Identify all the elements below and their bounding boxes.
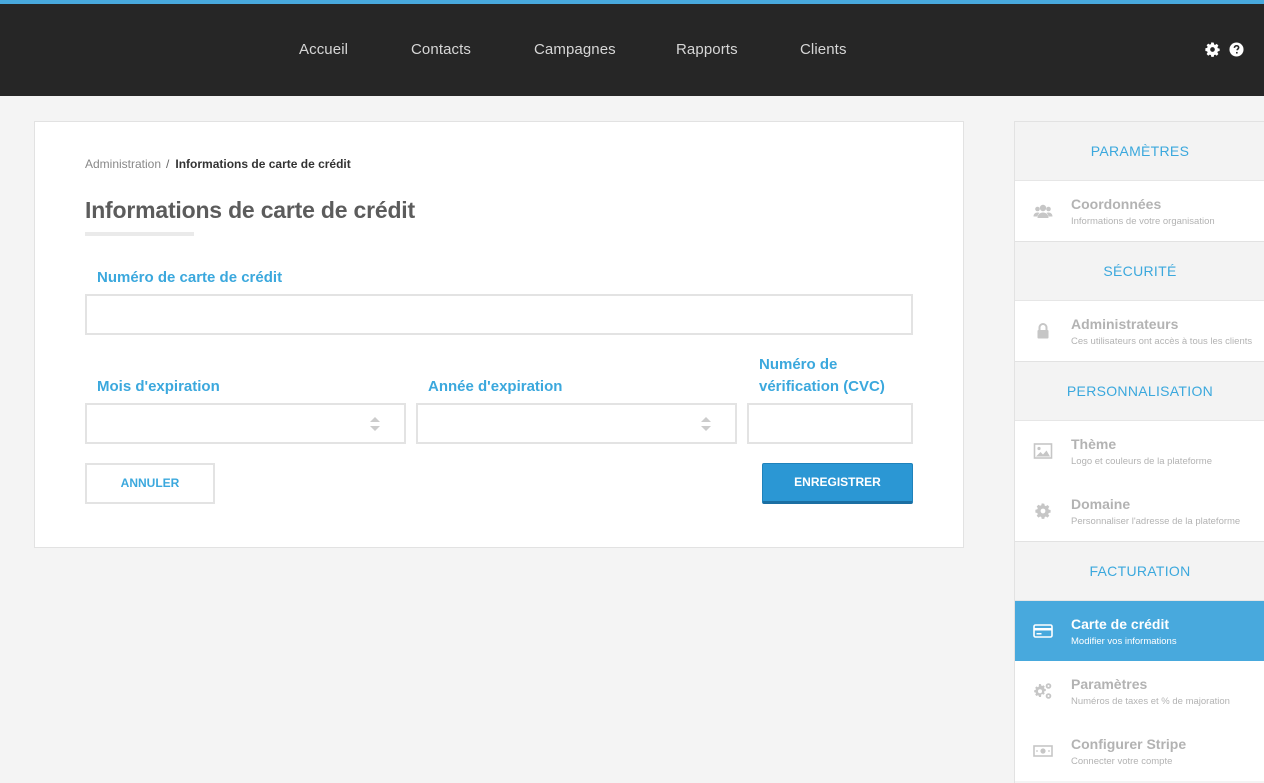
save-button[interactable]: ENREGISTRER: [762, 463, 913, 504]
page-title: Informations de carte de crédit: [85, 197, 415, 223]
nav-rapports[interactable]: Rapports: [676, 41, 738, 58]
credit-card-form-card: Administration / Informations de carte de …: [34, 121, 964, 548]
section-parametres: PARAMÈTRES: [1015, 121, 1264, 181]
section-facturation: FACTURATION: [1015, 541, 1264, 601]
settings-sidebar: PARAMÈTRES Coordonnées Informations de v…: [1014, 121, 1264, 783]
select-arrows-icon: [701, 417, 711, 431]
nav-contacts[interactable]: Contacts: [411, 41, 471, 58]
sidebar-item-configurer-stripe[interactable]: Configurer Stripe Connecter votre compte: [1015, 721, 1264, 781]
users-icon: [1033, 204, 1053, 218]
sidebar-item-coordonnees[interactable]: Coordonnées Informations de votre organi…: [1015, 181, 1264, 241]
sidebar-item-subtitle: Logo et couleurs de la plateforme: [1071, 456, 1213, 467]
cvc-label-line2: vérification (CVC): [759, 378, 885, 395]
sidebar-item-subtitle: Informations de votre organisation: [1071, 216, 1215, 227]
money-icon: [1033, 745, 1053, 757]
lock-icon: [1037, 323, 1049, 339]
exp-month-label: Mois d'expiration: [97, 378, 220, 395]
main-nav: Accueil Contacts Campagnes Rapports Clie…: [0, 4, 1264, 96]
sidebar-item-subtitle: Connecter votre compte: [1071, 756, 1173, 767]
breadcrumb: Administration / Informations de carte de …: [85, 157, 351, 171]
card-number-label: Numéro de carte de crédit: [97, 269, 283, 286]
breadcrumb-separator: /: [166, 157, 170, 171]
sidebar-item-title: Coordonnées: [1071, 196, 1162, 212]
cancel-button[interactable]: ANNULER: [85, 463, 215, 504]
sidebar-item-title: Configurer Stripe: [1071, 736, 1187, 752]
exp-month-select[interactable]: [85, 403, 406, 444]
sidebar-item-parametres[interactable]: Paramètres Numéros de taxes et % de majo…: [1015, 661, 1264, 721]
sidebar-item-title: Administrateurs: [1071, 316, 1179, 332]
sidebar-item-theme[interactable]: Thème Logo et couleurs de la plateforme: [1015, 421, 1264, 481]
gears-icon: [1034, 683, 1052, 699]
nav-clients[interactable]: Clients: [800, 41, 847, 58]
sidebar-item-subtitle: Numéros de taxes et % de majoration: [1071, 696, 1230, 707]
gear-icon[interactable]: [1205, 42, 1220, 57]
select-arrows-icon: [370, 417, 380, 431]
nav-accueil[interactable]: Accueil: [299, 41, 348, 58]
sidebar-item-subtitle: Ces utilisateurs ont accès à tous les cl…: [1071, 336, 1253, 347]
cvc-label: Numéro de vérification (CVC): [759, 354, 885, 398]
top-icons: [1205, 42, 1244, 57]
cvc-input[interactable]: [747, 403, 913, 444]
sidebar-item-title: Paramètres: [1071, 676, 1148, 692]
exp-year-select[interactable]: [416, 403, 737, 444]
top-navbar: Accueil Contacts Campagnes Rapports Clie…: [0, 0, 1264, 96]
sidebar-item-carte-de-credit[interactable]: Carte de crédit Modifier vos information…: [1015, 601, 1264, 661]
nav-campagnes[interactable]: Campagnes: [534, 41, 616, 58]
sidebar-item-domaine[interactable]: Domaine Personnaliser l'adresse de la pl…: [1015, 481, 1264, 541]
sidebar-item-title: Thème: [1071, 436, 1117, 452]
sidebar-item-subtitle: Modifier vos informations: [1071, 636, 1177, 647]
credit-card-icon: [1033, 624, 1053, 638]
image-icon: [1033, 443, 1053, 459]
breadcrumb-administration[interactable]: Administration: [85, 157, 161, 171]
section-securite: SÉCURITÉ: [1015, 241, 1264, 301]
sidebar-item-title: Domaine: [1071, 496, 1131, 512]
section-personnalisation: PERSONNALISATION: [1015, 361, 1264, 421]
sidebar-item-title: Carte de crédit: [1071, 616, 1170, 632]
help-icon[interactable]: [1229, 42, 1244, 57]
cvc-label-line1: Numéro de: [759, 356, 838, 373]
gear-icon: [1035, 503, 1051, 519]
sidebar-item-subtitle: Personnaliser l'adresse de la plateforme: [1071, 516, 1241, 527]
title-underline: [85, 232, 194, 236]
card-number-input[interactable]: [85, 294, 913, 335]
breadcrumb-current: Informations de carte de crédit: [175, 157, 351, 171]
sidebar-item-administrateurs[interactable]: Administrateurs Ces utilisateurs ont acc…: [1015, 301, 1264, 361]
exp-year-label: Année d'expiration: [428, 378, 563, 395]
